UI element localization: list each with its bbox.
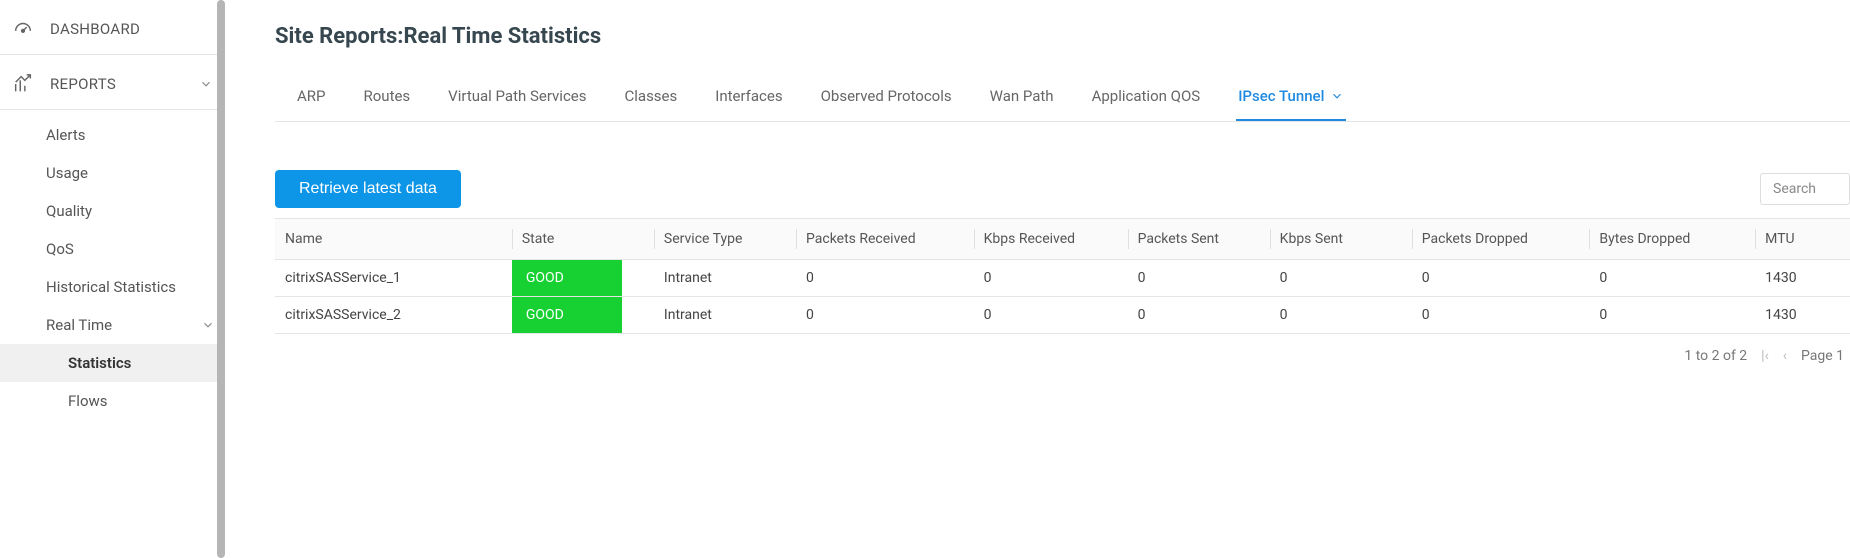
tab-label: Routes	[364, 87, 411, 105]
cell-packets-dropped: 0	[1412, 260, 1590, 297]
toolbar: Retrieve latest data Search	[275, 170, 1850, 208]
tab-label: Interfaces	[715, 87, 782, 105]
cell-packets-sent: 0	[1128, 297, 1270, 334]
retrieve-latest-data-button[interactable]: Retrieve latest data	[275, 170, 461, 208]
page-title: Site Reports:Real Time Statistics	[275, 24, 1850, 49]
status-badge: GOOD	[512, 297, 622, 333]
sidebar-item-flows[interactable]: Flows	[0, 382, 225, 420]
tab-classes[interactable]: Classes	[623, 77, 680, 121]
cell-packets-received: 0	[796, 297, 974, 334]
col-name[interactable]: Name	[275, 219, 512, 260]
sidebar-item-usage[interactable]: Usage	[0, 154, 225, 192]
col-packets-dropped[interactable]: Packets Dropped	[1412, 219, 1590, 260]
col-bytes-dropped[interactable]: Bytes Dropped	[1589, 219, 1755, 260]
cell-packets-received: 0	[796, 260, 974, 297]
sidebar-item-label: Historical Statistics	[46, 278, 176, 296]
tab-ipsec-tunnel[interactable]: IPsec Tunnel	[1236, 77, 1346, 121]
tab-label: Virtual Path Services	[448, 87, 586, 105]
page-prev-icon[interactable]: ‹	[1783, 348, 1787, 364]
col-packets-sent[interactable]: Packets Sent	[1128, 219, 1270, 260]
sidebar-item-statistics[interactable]: Statistics	[0, 344, 225, 382]
main-content: Site Reports:Real Time Statistics ARP Ro…	[225, 0, 1850, 558]
search-input[interactable]: Search	[1760, 173, 1850, 205]
col-state[interactable]: State	[512, 219, 654, 260]
table-row[interactable]: citrixSASService_2 GOOD Intranet 0 0 0 0…	[275, 297, 1850, 334]
cell-kbps-received: 0	[974, 297, 1128, 334]
tab-application-qos[interactable]: Application QOS	[1090, 77, 1203, 121]
cell-packets-dropped: 0	[1412, 297, 1590, 334]
chevron-down-icon	[199, 77, 213, 91]
page-first-icon[interactable]: |‹	[1761, 348, 1769, 364]
tab-wan-path[interactable]: Wan Path	[988, 77, 1056, 121]
tab-label: ARP	[297, 87, 326, 105]
cell-kbps-sent: 0	[1270, 297, 1412, 334]
cell-service-type: Intranet	[654, 297, 796, 334]
cell-bytes-dropped: 0	[1589, 260, 1755, 297]
sidebar-item-label: Quality	[46, 202, 92, 220]
cell-state: GOOD	[512, 260, 654, 297]
pagination-range: 1 to 2 of 2	[1684, 348, 1747, 364]
tab-label: Application QOS	[1092, 87, 1201, 105]
tab-label: Classes	[625, 87, 678, 105]
tab-label: Wan Path	[990, 87, 1054, 105]
statistics-table: Name State Service Type Packets Received…	[275, 218, 1850, 364]
table-row[interactable]: citrixSASService_1 GOOD Intranet 0 0 0 0…	[275, 260, 1850, 297]
status-badge: GOOD	[512, 260, 622, 296]
sidebar-item-qos[interactable]: QoS	[0, 230, 225, 268]
col-mtu[interactable]: MTU	[1755, 219, 1850, 260]
pagination-page: Page 1	[1801, 348, 1844, 364]
cell-packets-sent: 0	[1128, 260, 1270, 297]
sidebar-item-historical-statistics[interactable]: Historical Statistics	[0, 268, 225, 306]
cell-mtu: 1430	[1755, 260, 1850, 297]
cell-bytes-dropped: 0	[1589, 297, 1755, 334]
cell-state: GOOD	[512, 297, 654, 334]
col-packets-received[interactable]: Packets Received	[796, 219, 974, 260]
col-kbps-received[interactable]: Kbps Received	[974, 219, 1128, 260]
sidebar-item-alerts[interactable]: Alerts	[0, 116, 225, 154]
chevron-down-icon	[201, 318, 215, 332]
cell-mtu: 1430	[1755, 297, 1850, 334]
chevron-down-icon	[1330, 89, 1344, 103]
sidebar-item-label: Alerts	[46, 126, 86, 144]
sidebar-item-label: Real Time	[46, 316, 112, 334]
sidebar: DASHBOARD REPORTS Alerts Usage Quality Q…	[0, 0, 225, 558]
sidebar-item-reports[interactable]: REPORTS	[0, 55, 225, 110]
sidebar-reports-sublist: Alerts Usage Quality QoS Historical Stat…	[0, 110, 225, 430]
sidebar-item-label: QoS	[46, 240, 74, 258]
sidebar-item-dashboard[interactable]: DASHBOARD	[0, 0, 225, 55]
sidebar-dashboard-label: DASHBOARD	[50, 20, 213, 38]
cell-service-type: Intranet	[654, 260, 796, 297]
tab-routes[interactable]: Routes	[362, 77, 413, 121]
sidebar-reports-label: REPORTS	[50, 75, 183, 93]
sidebar-item-label: Statistics	[68, 354, 131, 372]
tab-arp[interactable]: ARP	[295, 77, 328, 121]
cell-kbps-received: 0	[974, 260, 1128, 297]
cell-name: citrixSASService_2	[275, 297, 512, 334]
cell-kbps-sent: 0	[1270, 260, 1412, 297]
tab-interfaces[interactable]: Interfaces	[713, 77, 784, 121]
tab-virtual-path-services[interactable]: Virtual Path Services	[446, 77, 588, 121]
chart-up-icon	[12, 73, 34, 95]
sidebar-item-label: Usage	[46, 164, 88, 182]
sidebar-item-quality[interactable]: Quality	[0, 192, 225, 230]
cell-name: citrixSASService_1	[275, 260, 512, 297]
col-kbps-sent[interactable]: Kbps Sent	[1270, 219, 1412, 260]
tabs: ARP Routes Virtual Path Services Classes…	[275, 77, 1850, 122]
col-service-type[interactable]: Service Type	[654, 219, 796, 260]
scrollbar[interactable]	[217, 0, 225, 558]
pagination: 1 to 2 of 2 |‹ ‹ Page 1	[275, 334, 1850, 364]
tab-label: IPsec Tunnel	[1238, 87, 1324, 105]
tab-label: Observed Protocols	[821, 87, 952, 105]
sidebar-item-real-time[interactable]: Real Time	[0, 306, 225, 344]
tab-observed-protocols[interactable]: Observed Protocols	[819, 77, 954, 121]
gauge-icon	[12, 18, 34, 40]
table-header-row: Name State Service Type Packets Received…	[275, 219, 1850, 260]
sidebar-item-label: Flows	[68, 392, 108, 410]
